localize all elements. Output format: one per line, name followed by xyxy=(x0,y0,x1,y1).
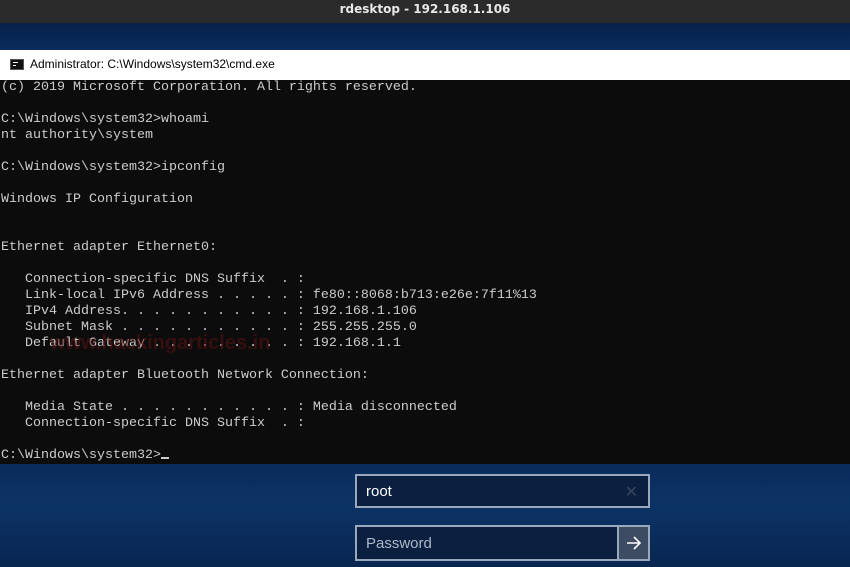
password-input[interactable]: Password xyxy=(355,525,617,561)
arrow-right-icon xyxy=(627,536,642,550)
console-output: (c) 2019 Microsoft Corporation. All righ… xyxy=(1,80,537,463)
console-prompt: C:\Windows\system32> xyxy=(1,448,161,463)
rdesktop-titlebar: rdesktop - 192.168.1.106 xyxy=(0,0,850,23)
password-placeholder: Password xyxy=(366,535,432,552)
submit-button[interactable] xyxy=(617,525,650,561)
username-value: root xyxy=(366,483,392,500)
cmd-window-title: Administrator: C:\Windows\system32\cmd.e… xyxy=(30,57,275,71)
cmd-window-titlebar[interactable]: Administrator: C:\Windows\system32\cmd.e… xyxy=(0,50,850,81)
cmd-console[interactable]: (c) 2019 Microsoft Corporation. All righ… xyxy=(0,80,850,464)
rdesktop-title: rdesktop - 192.168.1.106 xyxy=(339,2,511,16)
text-cursor xyxy=(160,457,169,459)
close-icon[interactable]: ✕ xyxy=(625,482,638,501)
username-input[interactable]: root ✕ xyxy=(355,474,650,508)
password-row: Password xyxy=(355,525,650,561)
cmd-icon xyxy=(10,59,24,70)
remote-desktop-background xyxy=(0,23,850,50)
